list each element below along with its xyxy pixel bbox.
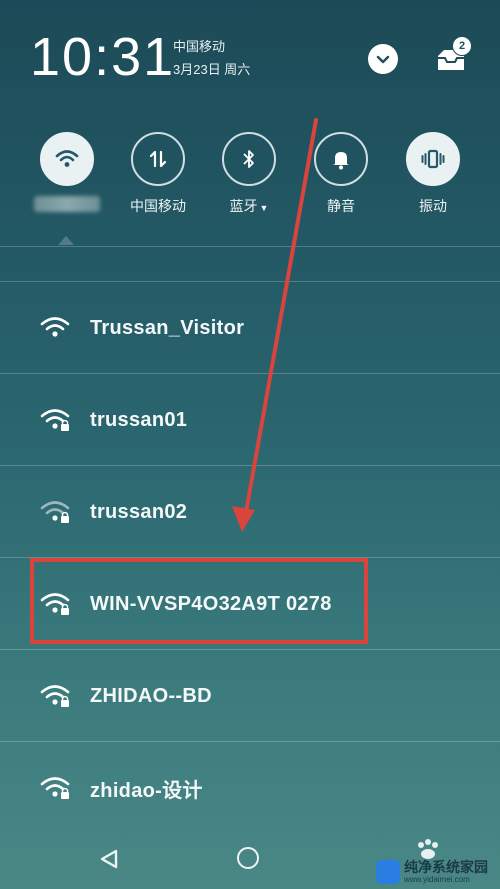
watermark-logo-icon xyxy=(376,860,400,884)
home-button[interactable] xyxy=(237,847,259,869)
annotation-arrow-icon xyxy=(232,118,318,532)
back-button[interactable] xyxy=(98,848,120,870)
watermark: 纯净系统家园 www.yidaimei.com xyxy=(376,858,496,886)
watermark-url: www.yidaimei.com xyxy=(404,875,470,884)
watermark-title: 纯净系统家园 xyxy=(404,859,488,875)
